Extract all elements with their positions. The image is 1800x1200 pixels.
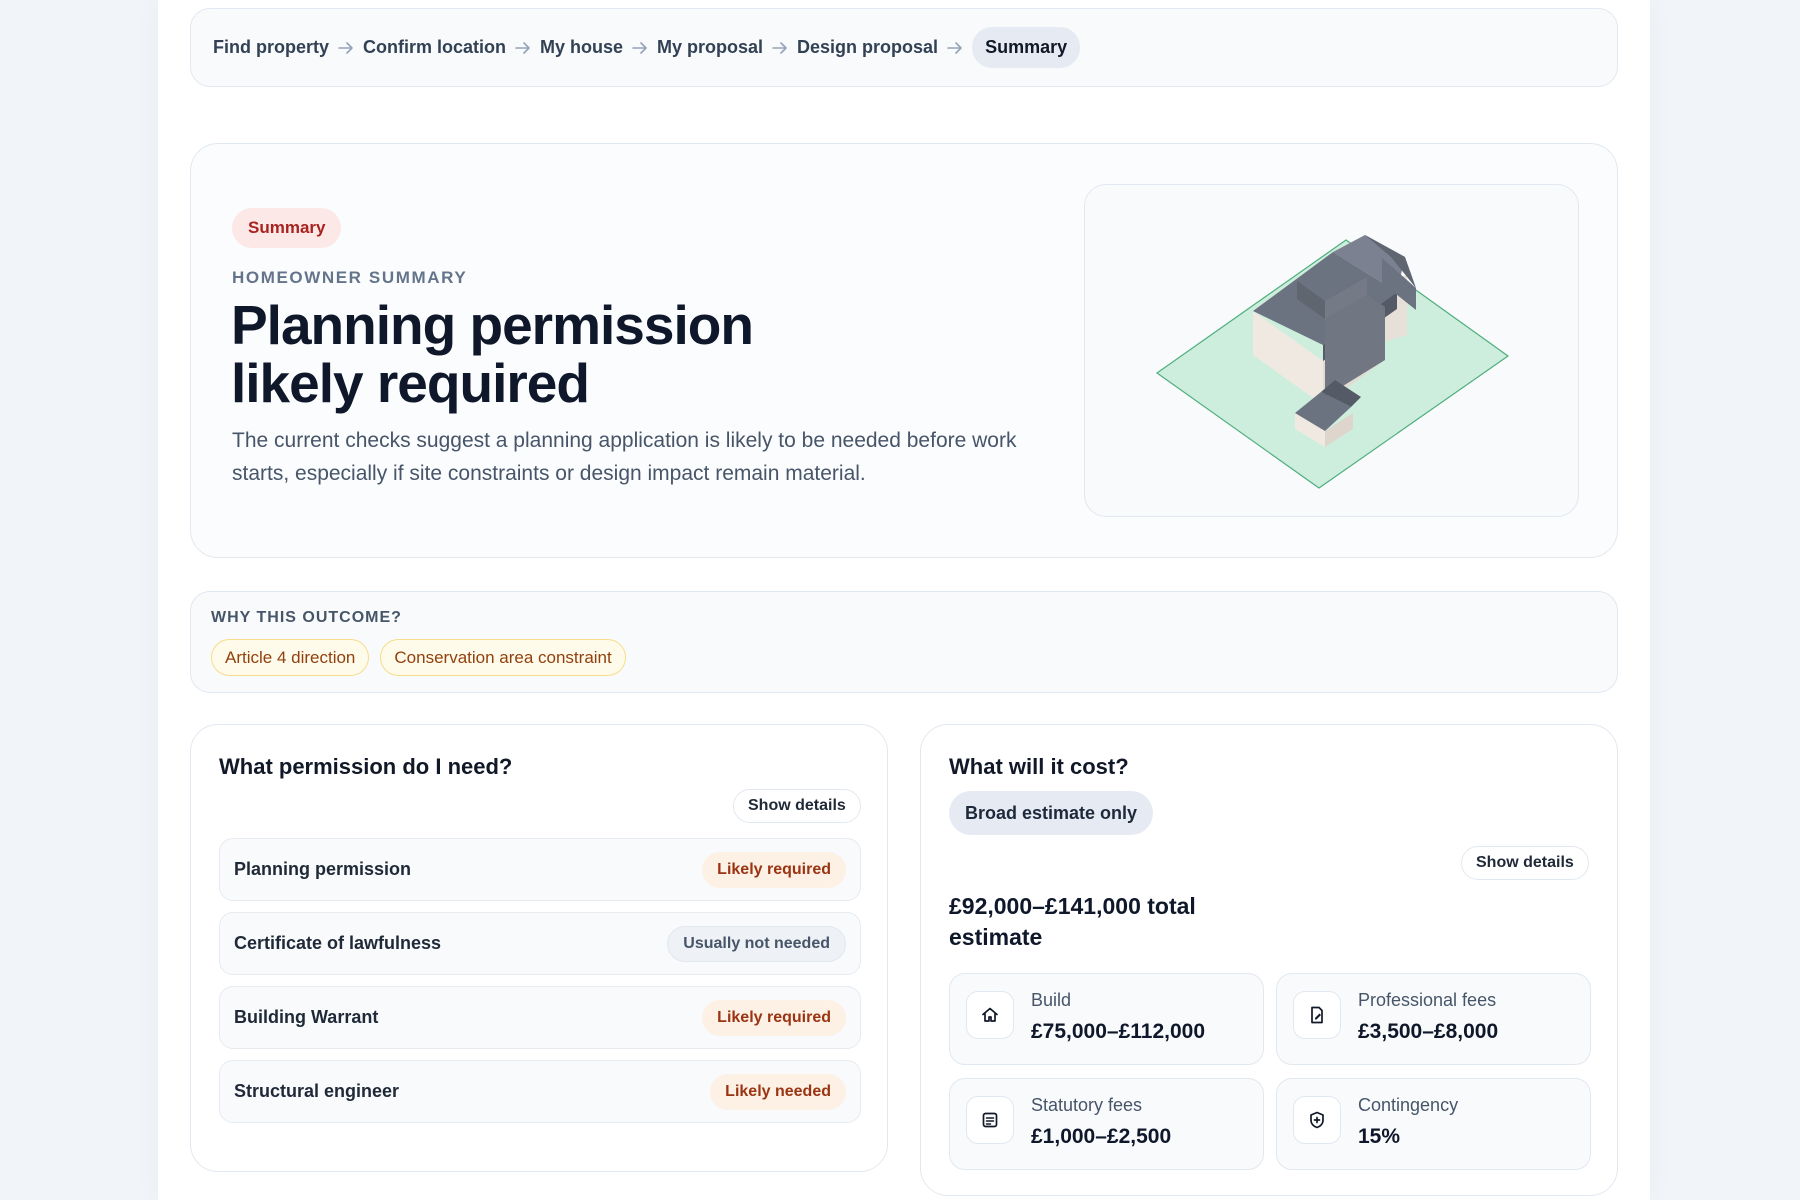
- permission-row-planning: Planning permission Likely required: [219, 838, 861, 901]
- cost-value: £3,500–£8,000: [1358, 1020, 1499, 1043]
- cost-panel: What will it cost? Broad estimate only S…: [920, 724, 1618, 1196]
- reason-tag-conservation-area[interactable]: Conservation area constraint: [380, 639, 626, 676]
- cost-card-professional-fees: Professional fees £3,500–£8,000: [1276, 973, 1591, 1065]
- breadcrumb-confirm-location[interactable]: Confirm location: [363, 37, 506, 58]
- cost-label: Build: [1031, 990, 1072, 1010]
- home-icon: [966, 991, 1014, 1039]
- status-badge: Likely needed: [710, 1073, 846, 1110]
- why-this-outcome: WHY THIS OUTCOME? Article 4 direction Co…: [190, 591, 1618, 693]
- reason-tag-article-4[interactable]: Article 4 direction: [211, 639, 370, 676]
- why-label: WHY THIS OUTCOME?: [211, 609, 402, 626]
- summary-hero: Summary HOMEOWNER SUMMARY Planning permi…: [190, 143, 1618, 558]
- estimate-pill: Broad estimate only: [949, 791, 1154, 835]
- status-badge: Likely required: [702, 851, 846, 888]
- breadcrumb-my-proposal[interactable]: My proposal: [657, 37, 763, 58]
- hero-description: The current checks suggest a planning ap…: [232, 429, 1017, 485]
- form-icon: [966, 1096, 1014, 1144]
- cost-value: 15%: [1358, 1125, 1401, 1148]
- cost-label: Contingency: [1358, 1095, 1459, 1115]
- status-badge: Likely required: [702, 999, 846, 1036]
- permission-row-certificate: Certificate of lawfulness Usually not ne…: [219, 912, 861, 975]
- status-badge: Usually not needed: [667, 925, 846, 962]
- cost-card-build: Build £75,000–£112,000: [949, 973, 1264, 1065]
- shield-plus-icon: [1293, 1096, 1341, 1144]
- house-isometric-illustration: [1155, 235, 1510, 489]
- cost-value: £1,000–£2,500: [1031, 1125, 1172, 1148]
- cost-card-statutory-fees: Statutory fees £1,000–£2,500: [949, 1078, 1264, 1170]
- permissions-title: What permission do I need?: [219, 754, 513, 779]
- cost-card-contingency: Contingency 15%: [1276, 1078, 1591, 1170]
- arrow-right-icon: [947, 41, 962, 54]
- breadcrumb-my-house[interactable]: My house: [540, 37, 623, 58]
- permissions-panel: What permission do I need? Show details …: [190, 724, 888, 1172]
- page-sheet: Find property Confirm location My house …: [158, 0, 1650, 1200]
- permission-name: Planning permission: [234, 859, 412, 879]
- arrow-right-icon: [772, 41, 787, 54]
- permission-row-building-warrant: Building Warrant Likely required: [219, 986, 861, 1049]
- arrow-right-icon: [632, 41, 647, 54]
- house-model-card: [1084, 184, 1579, 517]
- total-estimate: £92,000–£141,000 total estimate: [949, 893, 1196, 950]
- permissions-list: Planning permission Likely required Cert…: [219, 838, 861, 1134]
- hero-eyebrow: HOMEOWNER SUMMARY: [232, 268, 468, 287]
- breadcrumb-find-property[interactable]: Find property: [213, 37, 329, 58]
- arrow-right-icon: [515, 41, 530, 54]
- permission-name: Structural engineer: [234, 1081, 400, 1101]
- page-title: Planning permission likely required: [231, 294, 754, 414]
- breadcrumb: Find property Confirm location My house …: [190, 8, 1618, 87]
- document-edit-icon: [1293, 991, 1341, 1039]
- permission-row-structural-engineer: Structural engineer Likely needed: [219, 1060, 861, 1123]
- reason-tags: Article 4 direction Conservation area co…: [211, 639, 626, 676]
- cost-value: £75,000–£112,000: [1031, 1020, 1206, 1043]
- cost-label: Statutory fees: [1031, 1095, 1143, 1115]
- cost-title: What will it cost?: [949, 754, 1129, 779]
- breadcrumb-design-proposal[interactable]: Design proposal: [797, 37, 938, 58]
- cost-label: Professional fees: [1358, 990, 1497, 1010]
- cost-show-details-button[interactable]: Show details: [1461, 846, 1589, 880]
- permission-name: Certificate of lawfulness: [234, 933, 442, 953]
- breadcrumb-summary-current[interactable]: Summary: [972, 27, 1081, 68]
- permission-name: Building Warrant: [234, 1007, 379, 1027]
- summary-pill: Summary: [232, 208, 342, 248]
- arrow-right-icon: [338, 41, 353, 54]
- permissions-show-details-button[interactable]: Show details: [733, 789, 861, 823]
